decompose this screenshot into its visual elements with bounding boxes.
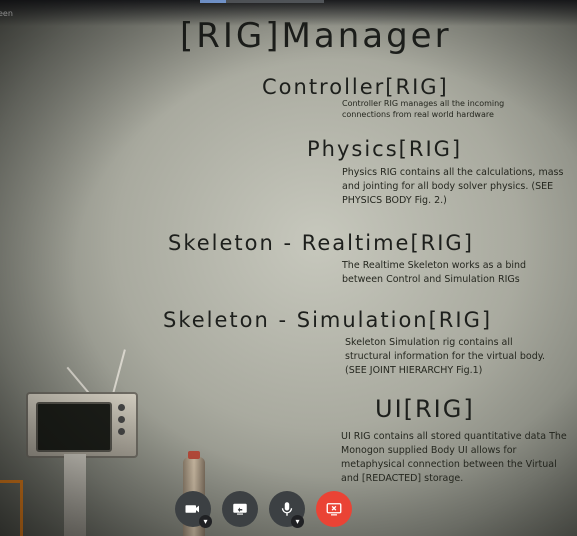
screen-share-label: een: [0, 9, 13, 18]
tv-antenna-right: [112, 349, 126, 395]
slide-title: [RIG]Manager: [180, 16, 452, 56]
tv-stand-prop: [64, 454, 86, 536]
leave-call-button[interactable]: [316, 491, 352, 527]
present-screen-icon: [233, 503, 247, 515]
present-button[interactable]: [222, 491, 258, 527]
section-heading-controller: Controller[RIG]: [262, 75, 449, 99]
section-desc-skeleton-simulation: Skeleton Simulation rig contains all str…: [345, 337, 546, 376]
tv-knob: [118, 428, 125, 435]
tv-knob: [118, 416, 125, 423]
section-desc-controller: Controller RIG manages all the incoming …: [342, 99, 505, 119]
section-desc-ui: UI RIG contains all stored quantitative …: [341, 431, 567, 484]
camera-options-chevron-icon[interactable]: ▾: [199, 515, 212, 528]
section-heading-physics: Physics[RIG]: [307, 137, 463, 161]
tv-screen: [36, 402, 112, 452]
retro-tv-prop: [26, 392, 138, 458]
orange-frame-prop: [0, 480, 23, 536]
top-indicator: [200, 0, 324, 3]
microphone-options-chevron-icon[interactable]: ▾: [291, 515, 304, 528]
section-heading-skeleton-realtime: Skeleton - Realtime[RIG]: [168, 231, 474, 255]
video-stage: een [RIG]Manager Controller[RIG] Control…: [0, 0, 577, 536]
section-heading-skeleton-simulation: Skeleton - Simulation[RIG]: [163, 308, 493, 332]
camera-icon: [185, 505, 199, 513]
section-heading-ui: UI[RIG]: [375, 395, 475, 423]
end-call-icon: [326, 503, 342, 516]
section-desc-physics: Physics RIG contains all the calculation…: [342, 167, 564, 206]
section-desc-skeleton-realtime: The Realtime Skeleton works as a bind be…: [342, 260, 527, 285]
tv-knob: [118, 404, 125, 411]
